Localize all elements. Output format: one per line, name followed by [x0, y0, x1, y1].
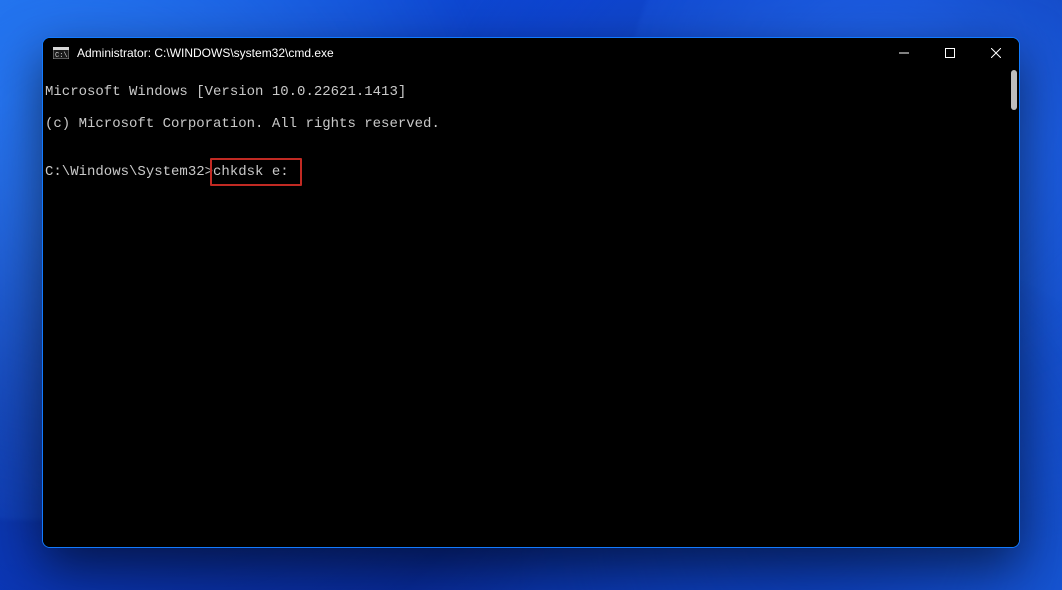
window-title: Administrator: C:\WINDOWS\system32\cmd.e…	[77, 46, 334, 60]
cmd-window: C:\ Administrator: C:\WINDOWS\system32\c…	[42, 37, 1020, 548]
titlebar-drag-area[interactable]	[334, 38, 881, 68]
titlebar[interactable]: C:\ Administrator: C:\WINDOWS\system32\c…	[43, 38, 1019, 68]
terminal-output[interactable]: Microsoft Windows [Version 10.0.22621.14…	[43, 68, 1004, 547]
terminal-command[interactable]: chkdsk e:	[213, 164, 289, 180]
close-button[interactable]	[973, 38, 1019, 68]
window-controls	[881, 38, 1019, 68]
cmd-icon: C:\	[53, 47, 69, 59]
svg-text:C:\: C:\	[55, 52, 68, 59]
terminal-prompt-line: C:\Windows\System32>chkdsk e:	[45, 164, 1002, 180]
maximize-button[interactable]	[927, 38, 973, 68]
minimize-button[interactable]	[881, 38, 927, 68]
terminal-prompt: C:\Windows\System32>	[45, 164, 213, 180]
terminal-line: Microsoft Windows [Version 10.0.22621.14…	[45, 84, 1002, 100]
vertical-scrollbar[interactable]	[1011, 70, 1017, 110]
command-highlight: chkdsk e:	[213, 164, 289, 180]
terminal-line: (c) Microsoft Corporation. All rights re…	[45, 116, 1002, 132]
terminal-client-area[interactable]: Microsoft Windows [Version 10.0.22621.14…	[43, 68, 1019, 547]
